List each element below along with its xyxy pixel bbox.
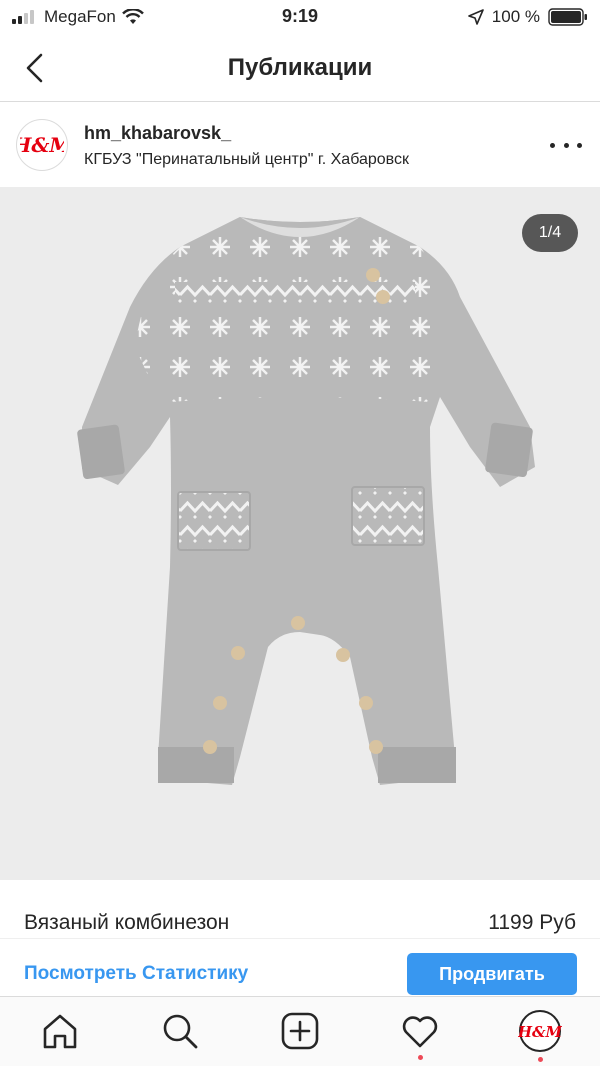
search-icon bbox=[163, 1014, 198, 1049]
post-image[interactable]: 1/4 bbox=[0, 187, 600, 880]
tab-bar: H&M bbox=[0, 996, 600, 1066]
tab-new-post[interactable] bbox=[280, 1011, 320, 1051]
navigation-bar: Публикации bbox=[0, 36, 600, 102]
right-leg-cuff bbox=[378, 747, 456, 783]
activity-notification-dot bbox=[418, 1055, 423, 1060]
more-dot bbox=[577, 142, 582, 148]
battery-percent: 100 % bbox=[491, 7, 540, 26]
status-bar: MegaFon 9:19 100 % bbox=[0, 0, 600, 36]
profile-notification-dot bbox=[538, 1057, 543, 1062]
activity-heart-icon bbox=[402, 1016, 438, 1048]
promote-button[interactable]: Продвигать bbox=[407, 953, 577, 995]
battery-icon bbox=[548, 8, 587, 26]
svg-text:H&M: H&M bbox=[20, 133, 64, 157]
more-dots-icon bbox=[550, 142, 555, 148]
insights-bar: Посмотреть Статистику Продвигать bbox=[0, 938, 600, 996]
tab-search[interactable] bbox=[160, 1011, 200, 1051]
romper-yoke bbox=[135, 217, 440, 402]
tab-home[interactable] bbox=[40, 1011, 80, 1051]
hm-logo: H&M bbox=[20, 133, 64, 157]
left-pocket bbox=[177, 491, 251, 551]
product-name: Вязаный комбинезон bbox=[24, 911, 230, 934]
status-right: 100 % bbox=[467, 7, 588, 27]
right-cuff bbox=[485, 422, 533, 478]
avatar[interactable]: H&M bbox=[16, 119, 68, 171]
knitted-romper-image bbox=[77, 217, 535, 785]
product-caption: Вязаный комбинезон 1199 Руб bbox=[0, 880, 600, 938]
left-cuff bbox=[77, 424, 125, 480]
more-dot bbox=[563, 142, 569, 148]
location-arrow-icon bbox=[467, 9, 484, 25]
product-price: 1199 Руб bbox=[488, 911, 576, 934]
tab-activity[interactable] bbox=[400, 1011, 440, 1051]
more-options-button[interactable] bbox=[550, 133, 582, 157]
profile-avatar: H&M bbox=[517, 1010, 563, 1052]
view-insights-link[interactable]: Посмотреть Статистику bbox=[24, 963, 248, 985]
home-icon bbox=[43, 1014, 77, 1049]
left-leg-cuff bbox=[158, 747, 234, 783]
new-post-icon bbox=[281, 1012, 319, 1050]
page-title: Публикации bbox=[227, 54, 373, 81]
tab-profile[interactable]: H&M bbox=[517, 1009, 563, 1053]
right-pocket bbox=[351, 486, 425, 546]
location-link[interactable]: КГБУЗ "Перинатальный центр" г. Хабаровск bbox=[84, 151, 409, 169]
post-header: H&M hm_khabarovsk_ КГБУЗ "Перинатальный … bbox=[0, 103, 600, 187]
svg-text:H&M: H&M bbox=[518, 1023, 562, 1041]
username[interactable]: hm_khabarovsk_ bbox=[84, 123, 231, 144]
image-counter: 1/4 bbox=[522, 214, 578, 252]
